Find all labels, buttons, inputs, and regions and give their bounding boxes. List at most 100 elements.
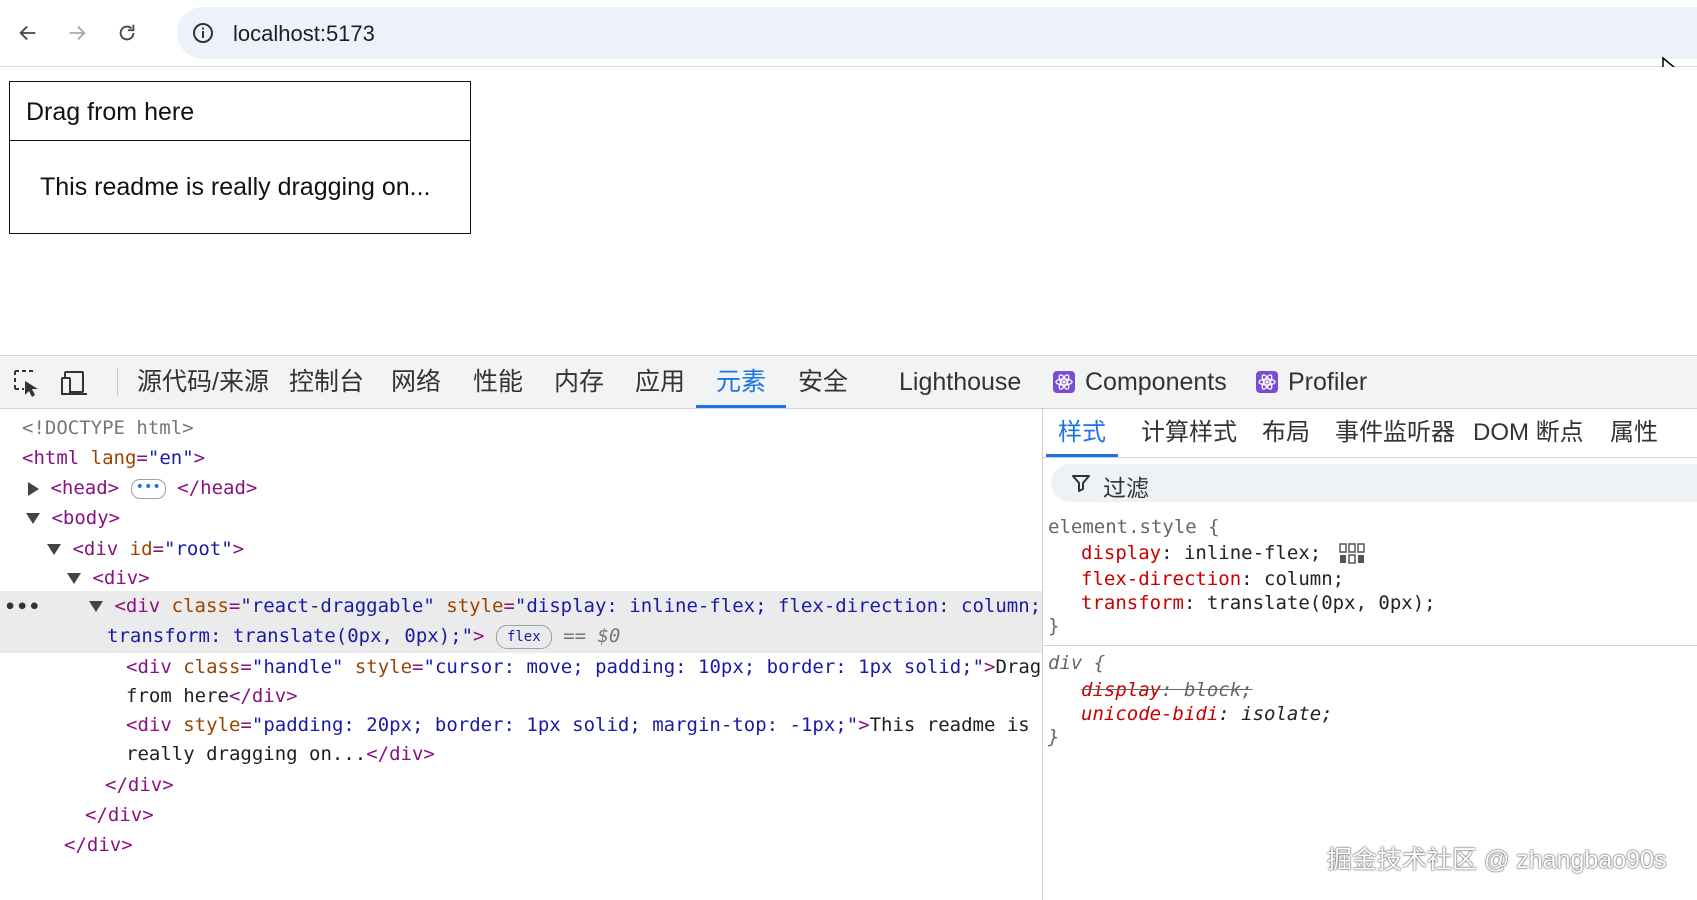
react-profiler-icon — [1256, 371, 1278, 393]
ua-prop-display-overridden[interactable]: display: block; — [1081, 677, 1253, 703]
equals-sign: = — [412, 656, 424, 678]
attr-value: "root" — [164, 538, 233, 560]
tab-lighthouse[interactable]: Lighthouse — [899, 356, 1021, 408]
prop-value[interactable]: column; — [1264, 568, 1344, 590]
style-prop-transform[interactable]: transform: translate(0px, 0px); — [1081, 590, 1436, 616]
tag-close: > — [984, 656, 996, 678]
styles-filter-input[interactable]: 过滤 — [1051, 464, 1697, 502]
dom-node-close[interactable]: </div> — [0, 799, 1042, 831]
colon: : — [1161, 542, 1184, 564]
tab-components[interactable]: Components — [1053, 356, 1227, 408]
tab-components-label: Components — [1085, 368, 1227, 396]
console-ref: == $0 — [563, 625, 621, 647]
tab-sources[interactable]: 源代码/来源 — [137, 356, 269, 408]
dom-node-selected[interactable]: ••• <div class="react-draggable" style="… — [0, 591, 1042, 653]
tab-computed[interactable]: 计算样式 — [1141, 409, 1237, 457]
collapse-triangle-icon[interactable] — [67, 573, 81, 584]
devtools-panel: 源代码/来源 控制台 网络 性能 内存 应用 元素 安全 Lighthouse … — [0, 355, 1697, 900]
attr-name: class — [183, 656, 241, 678]
prop-value[interactable]: translate(0px, 0px); — [1207, 592, 1436, 614]
tag-text: <div — [126, 656, 172, 678]
tab-properties[interactable]: 属性 — [1610, 409, 1658, 457]
tag-text: <div — [114, 595, 161, 617]
tab-network[interactable]: 网络 — [391, 356, 441, 408]
drag-handle[interactable]: Drag from here — [9, 81, 471, 141]
tag-text: </div> — [85, 804, 154, 826]
style-prop-display[interactable]: display: inline-flex; — [1081, 540, 1365, 566]
devtools-tabbar: 源代码/来源 控制台 网络 性能 内存 应用 元素 安全 Lighthouse … — [0, 356, 1697, 409]
url-text[interactable]: localhost:5173 — [233, 21, 375, 47]
collapse-triangle-icon[interactable] — [26, 513, 40, 524]
tab-profiler[interactable]: Profiler — [1256, 356, 1367, 408]
equals-sign: = — [136, 447, 148, 469]
expand-triangle-icon[interactable] — [28, 481, 39, 496]
text-node: really dragging on... — [126, 743, 367, 765]
attr-name: lang — [90, 447, 137, 469]
tab-performance[interactable]: 性能 — [473, 356, 523, 408]
tab-styles[interactable]: 样式 — [1046, 409, 1118, 457]
dom-node-close[interactable]: </div> — [0, 829, 1042, 861]
reload-icon — [119, 24, 135, 41]
tag-text: <div — [126, 714, 172, 736]
tag-close: > — [232, 538, 245, 560]
equals-sign: = — [240, 656, 252, 678]
dom-node-root[interactable]: <div id="root"> — [0, 533, 1042, 565]
dom-node-doctype[interactable]: <!DOCTYPE html> — [0, 412, 1042, 444]
colon: : — [1161, 679, 1184, 701]
reload-button[interactable] — [111, 17, 143, 49]
rule-close-brace: } — [1048, 724, 1059, 750]
collapsed-children-icon[interactable]: ••• — [130, 478, 166, 499]
colon: : — [1218, 703, 1242, 725]
text-node: from here — [126, 685, 229, 707]
tab-elements[interactable]: 元素 — [695, 356, 787, 408]
address-bar[interactable]: localhost:5173 — [177, 7, 1697, 59]
style-prop-flex-direction[interactable]: flex-direction: column; — [1081, 566, 1344, 592]
equals-sign: = — [503, 595, 515, 617]
element-style-selector: element.style { — [1048, 514, 1220, 540]
equals-sign: = — [240, 714, 252, 736]
collapse-triangle-icon[interactable] — [89, 601, 103, 612]
attr-value: "handle" — [251, 656, 344, 678]
dom-node-close[interactable]: </div> — [0, 769, 1042, 801]
attr-name: class — [171, 595, 229, 617]
tab-event-listeners[interactable]: 事件监听器 — [1335, 409, 1455, 457]
prop-name[interactable]: display — [1081, 542, 1161, 564]
browser-toolbar: localhost:5173 — [0, 0, 1697, 86]
site-info-icon[interactable] — [191, 21, 215, 45]
tag-close: > — [193, 447, 206, 469]
doctype-text: <!DOCTYPE html> — [22, 417, 194, 439]
dom-node-body[interactable]: <body> — [0, 502, 1042, 534]
flexbox-editor-icon[interactable] — [1338, 542, 1365, 565]
dom-node-html[interactable]: <html lang="en"> — [0, 442, 1042, 474]
device-toolbar-icon[interactable] — [59, 368, 89, 398]
dom-node-div[interactable]: <div> — [0, 562, 1042, 594]
forward-button[interactable] — [61, 17, 93, 49]
attr-value: "react-draggable" — [240, 595, 435, 617]
tab-console[interactable]: 控制台 — [289, 356, 364, 408]
tag-text: <div — [72, 538, 119, 560]
react-components-icon — [1053, 371, 1075, 393]
tab-application[interactable]: 应用 — [635, 356, 685, 408]
tab-layout[interactable]: 布局 — [1262, 409, 1310, 457]
tab-profiler-label: Profiler — [1288, 368, 1368, 396]
tag-text: </div> — [105, 774, 174, 796]
tab-dom-breakpoints[interactable]: DOM 断点 — [1473, 409, 1584, 457]
react-draggable-box[interactable]: Drag from here This readme is really dra… — [9, 81, 471, 234]
prop-value[interactable]: inline-flex; — [1184, 542, 1321, 564]
prop-name[interactable]: transform — [1081, 592, 1184, 614]
dom-node-readme[interactable]: <div style="padding: 20px; border: 1px s… — [0, 711, 1042, 769]
back-button[interactable] — [12, 17, 44, 49]
collapse-triangle-icon[interactable] — [47, 544, 61, 555]
ua-prop-unicode-bidi[interactable]: unicode-bidi: isolate; — [1081, 701, 1333, 727]
inspect-element-icon[interactable] — [12, 368, 42, 398]
dom-node-head[interactable]: <head> ••• </head> — [0, 472, 1042, 504]
more-options-icon[interactable]: ••• — [4, 591, 40, 623]
prop-value: isolate; — [1241, 703, 1333, 725]
tab-security[interactable]: 安全 — [798, 356, 848, 408]
dom-node-handle[interactable]: <div class="handle" style="cursor: move;… — [0, 653, 1042, 711]
tab-memory[interactable]: 内存 — [554, 356, 604, 408]
flex-badge[interactable]: flex — [495, 624, 552, 649]
tag-text: <head> — [50, 477, 120, 499]
tag-close: > — [473, 625, 485, 647]
prop-name[interactable]: flex-direction — [1081, 568, 1241, 590]
